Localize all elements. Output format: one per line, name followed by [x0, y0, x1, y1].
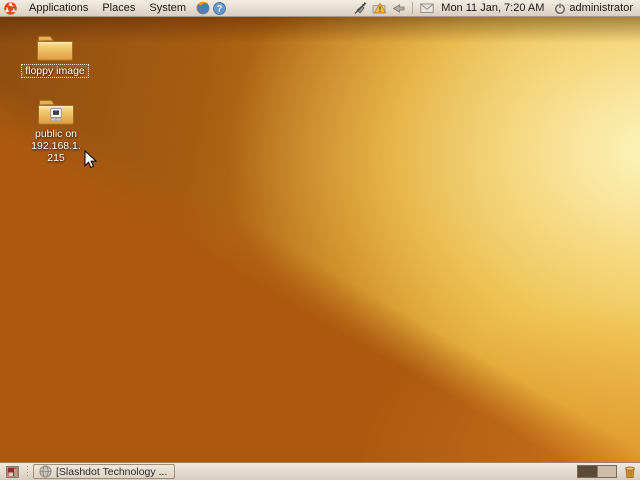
shared-folder-icon [36, 96, 76, 127]
workspace-1[interactable] [578, 466, 597, 477]
icon-label-line2: 215 [47, 152, 65, 164]
help-glyph: ? [217, 3, 223, 13]
window-app-icon [39, 465, 52, 478]
trash-applet-icon[interactable] [622, 464, 638, 480]
user-name: administrator [569, 2, 633, 14]
system-tray: Mon 11 Jan, 7:20 AM administrator [353, 1, 636, 15]
user-switcher[interactable]: administrator [551, 2, 636, 15]
clock[interactable]: Mon 11 Jan, 7:20 AM [439, 2, 546, 14]
window-title: [Slashdot Technology ... [56, 466, 167, 478]
show-desktop-button[interactable] [2, 464, 22, 479]
arrow-left-icon[interactable] [392, 1, 405, 15]
workspace-switcher [577, 465, 617, 478]
tray-separator [412, 2, 413, 14]
taskbar-window-button[interactable]: [Slashdot Technology ... [33, 464, 175, 479]
icon-label: floppy image [21, 64, 89, 78]
share-emblem [51, 109, 62, 122]
network-offline-icon[interactable] [353, 1, 367, 15]
menu-places[interactable]: Places [95, 0, 142, 16]
ubuntu-logo-icon [4, 1, 17, 15]
mouse-cursor [84, 150, 97, 174]
menu-applications[interactable]: Applications [22, 0, 95, 16]
power-icon [554, 2, 566, 15]
folder-icon [35, 32, 75, 63]
help-launcher-icon[interactable]: ? [213, 1, 226, 15]
menu-system[interactable]: System [142, 0, 193, 16]
firefox-launcher-icon[interactable] [196, 1, 210, 15]
window-list-handle[interactable] [25, 466, 30, 478]
desktop-wallpaper[interactable]: floppy image public on 192.168.1. [0, 17, 640, 462]
desktop-icon-floppy-image[interactable]: floppy image [16, 32, 94, 78]
top-panel: Applications Places System ? [0, 0, 640, 17]
update-warning-icon[interactable] [372, 1, 387, 15]
icon-label-line1: public on 192.168.1. [31, 128, 81, 152]
workspace-2[interactable] [597, 466, 616, 477]
bottom-panel: [Slashdot Technology ... [0, 462, 640, 480]
mail-notification-icon[interactable] [420, 1, 434, 15]
